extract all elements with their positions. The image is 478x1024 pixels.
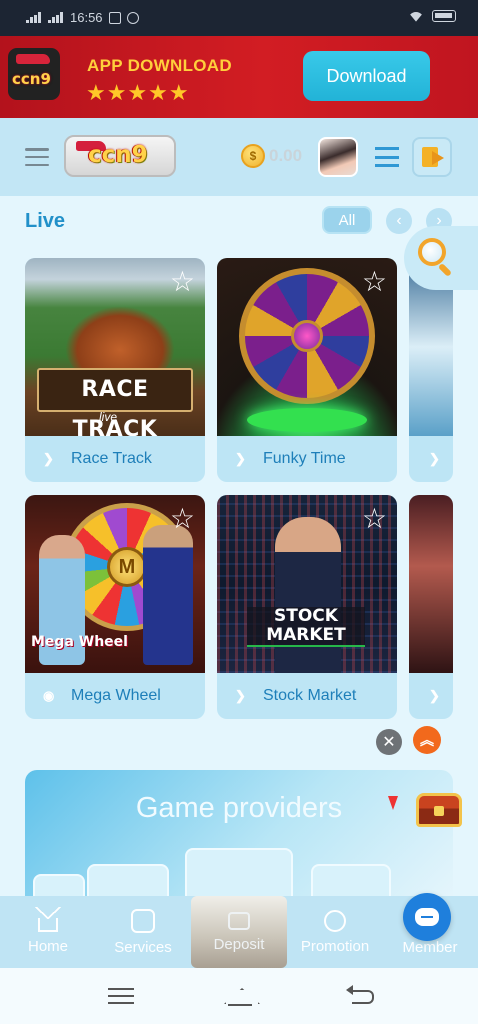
signal-icon	[26, 12, 42, 23]
game-name: Race Track	[71, 450, 152, 467]
nav-services[interactable]: Services	[95, 896, 191, 968]
favorite-star-icon[interactable]: ☆	[170, 268, 195, 296]
game-name: Mega Wheel	[71, 687, 161, 704]
game-card-mega-wheel[interactable]: M Mega Wheel ☆ ◉ Mega Wheel	[25, 495, 205, 719]
app-logo: ccn9	[8, 48, 60, 100]
home-button-icon[interactable]	[224, 986, 256, 1006]
game-card-stock-market[interactable]: STOCK MARKET ☆ ❯ Stock Market	[217, 495, 397, 719]
wifi-icon	[408, 10, 424, 22]
avatar[interactable]	[318, 137, 358, 177]
close-icon[interactable]: ✕	[376, 729, 402, 755]
services-icon	[131, 908, 155, 933]
game-card-partial-2[interactable]: ❯	[409, 495, 453, 719]
system-navigation-bar	[0, 968, 478, 1024]
provider-tile[interactable]	[87, 864, 169, 896]
coin-icon: $	[241, 144, 265, 168]
chat-icon	[415, 908, 439, 926]
chat-button[interactable]	[403, 893, 451, 941]
logout-button[interactable]	[412, 137, 452, 177]
game-card-partial[interactable]: ❯	[409, 258, 453, 482]
deposit-icon	[228, 911, 250, 930]
back-icon[interactable]	[346, 985, 374, 1004]
provider-tile[interactable]	[185, 848, 293, 896]
menu-icon[interactable]	[25, 148, 49, 166]
chevron-icon: ❯	[235, 451, 246, 466]
nav-promotion[interactable]: Promotion	[287, 896, 383, 968]
status-time: 16:56	[70, 10, 103, 25]
provider-tile[interactable]	[33, 874, 85, 896]
game-providers-panel: Game providers	[25, 770, 453, 896]
nav-home[interactable]: Home	[0, 896, 96, 968]
signal-icon-2	[48, 12, 64, 23]
header: ccn9 $ 0.00	[0, 118, 478, 196]
chevron-icon: ❯	[429, 688, 440, 703]
provider-tile[interactable]	[311, 864, 391, 896]
live-section-title: Live	[25, 210, 66, 232]
rating-stars: ★★★★★	[86, 80, 190, 105]
search-button[interactable]	[404, 226, 478, 290]
game-name: Stock Market	[263, 687, 357, 704]
chevron-icon: ❯	[235, 688, 246, 703]
chevron-icon: ❯	[429, 451, 440, 466]
game-card-race-track[interactable]: RACE TRACK live ☆ ❯ Race Track	[25, 258, 205, 482]
favorite-star-icon[interactable]: ☆	[362, 505, 387, 533]
battery-icon	[432, 10, 456, 22]
site-logo[interactable]: ccn9	[64, 135, 176, 177]
status-bar: 16:56	[0, 0, 478, 36]
download-button[interactable]: Download	[303, 51, 430, 101]
game-name: Funky Time	[263, 450, 346, 467]
mega-wheel-icon: ◉	[43, 688, 55, 703]
facebook-icon	[108, 11, 121, 24]
nav-deposit[interactable]: Deposit	[191, 896, 287, 968]
game-card-funky-time[interactable]: ☆ ❯ Funky Time	[217, 258, 397, 482]
chevron-icon: ❯	[43, 451, 54, 466]
search-icon	[418, 238, 446, 266]
balance-amount: 0.00	[269, 146, 303, 165]
favorite-star-icon[interactable]: ☆	[170, 505, 195, 533]
app-download-banner: ccn9 APP DOWNLOAD ★★★★★ Download	[0, 36, 478, 118]
home-icon	[35, 906, 61, 932]
favorite-star-icon[interactable]: ☆	[362, 268, 387, 296]
promotion-icon	[324, 909, 346, 932]
all-button[interactable]: All	[322, 206, 372, 234]
recent-apps-icon[interactable]	[108, 988, 134, 1004]
list-icon[interactable]	[372, 147, 399, 167]
scroll-top-icon[interactable]: ︽	[413, 726, 441, 754]
notification-icon	[126, 11, 139, 24]
main-content: Live All ‹ › RACE TRACK live ☆ ❯ Race Tr…	[0, 196, 478, 896]
prev-arrow-icon[interactable]: ‹	[386, 208, 412, 234]
banner-title: APP DOWNLOAD	[87, 56, 232, 75]
treasure-chest-icon[interactable]	[416, 793, 462, 827]
